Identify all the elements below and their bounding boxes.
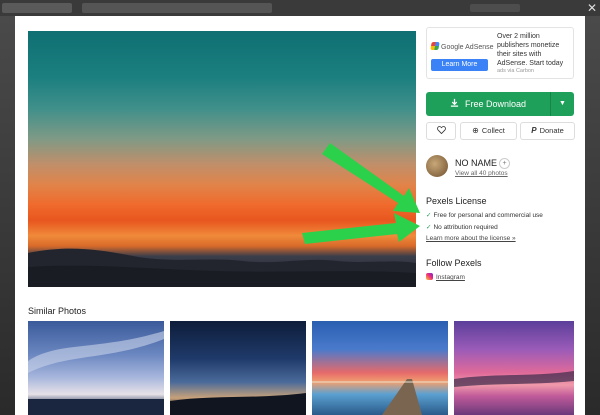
collect-button[interactable]: ⊕ Collect (460, 122, 517, 140)
photo-modal: Google AdSense Over 2 million publishers… (15, 16, 585, 415)
main-photo[interactable] (28, 31, 416, 287)
plus-circle-icon: ⊕ (472, 126, 479, 135)
adsense-icon (430, 42, 440, 50)
check-icon: ✓ (426, 224, 432, 231)
sunset-landscape (28, 248, 416, 287)
check-icon: ✓ (426, 212, 432, 219)
pier-thumbnail-art (312, 379, 448, 415)
author-name[interactable]: NO NAME (455, 158, 497, 168)
chevron-down-icon[interactable]: ▼ (551, 92, 574, 116)
adsense-logo: Google AdSense (430, 42, 495, 54)
backdrop-right (585, 16, 600, 415)
pink-sky-thumbnail-art (454, 371, 574, 387)
adsense-ad[interactable]: Google AdSense Over 2 million publishers… (426, 27, 574, 79)
download-label-wrap: Free Download (426, 92, 550, 116)
similar-photo-thumbnail[interactable] (170, 321, 306, 415)
download-icon (450, 92, 459, 116)
paypal-icon: P (531, 126, 537, 135)
download-label: Free Download (464, 99, 527, 109)
follow-plus-icon[interactable]: + (499, 158, 510, 169)
backdrop-left (0, 16, 15, 415)
follow-heading: Follow Pexels (426, 258, 482, 268)
donate-label: Donate (539, 126, 564, 135)
background-site-header (0, 0, 600, 16)
donate-button[interactable]: P Donate (520, 122, 575, 140)
ad-learn-more-button[interactable]: Learn More (431, 59, 488, 71)
license-heading: Pexels License (426, 196, 487, 206)
free-download-button[interactable]: Free Download ▼ (426, 92, 574, 116)
instagram-icon (426, 273, 433, 280)
site-search-bar (82, 3, 272, 13)
view-all-photos-link[interactable]: View all 40 photos (455, 170, 508, 177)
similar-photos-heading: Similar Photos (28, 306, 87, 316)
ad-text: Over 2 million publishers monetize their… (497, 33, 564, 67)
similar-photo-thumbnail[interactable] (454, 321, 574, 415)
like-button[interactable] (426, 122, 456, 140)
collect-label: Collect (481, 126, 505, 135)
clouds-thumbnail-art (28, 331, 164, 415)
dusk-thumbnail-art (170, 393, 306, 415)
license-item-text: No attribution required (433, 224, 498, 231)
instagram-label: Instagram (436, 274, 465, 281)
license-item-text: Free for personal and commercial use (433, 212, 543, 219)
heart-icon (436, 126, 446, 135)
instagram-link[interactable]: Instagram (426, 273, 465, 281)
license-item: ✓ No attribution required (426, 223, 498, 231)
license-learn-more-link[interactable]: Learn more about the license » (426, 235, 516, 242)
similar-photo-thumbnail[interactable] (312, 321, 448, 415)
adsense-brand: Google AdSense (441, 44, 494, 51)
license-item: ✓ Free for personal and commercial use (426, 211, 543, 219)
similar-photo-thumbnail[interactable] (28, 321, 164, 415)
site-logo (2, 3, 72, 13)
close-icon[interactable]: ✕ (586, 2, 598, 14)
site-nav (470, 4, 520, 12)
avatar[interactable] (426, 155, 448, 177)
ad-via-label[interactable]: ads via Carbon (497, 68, 534, 74)
